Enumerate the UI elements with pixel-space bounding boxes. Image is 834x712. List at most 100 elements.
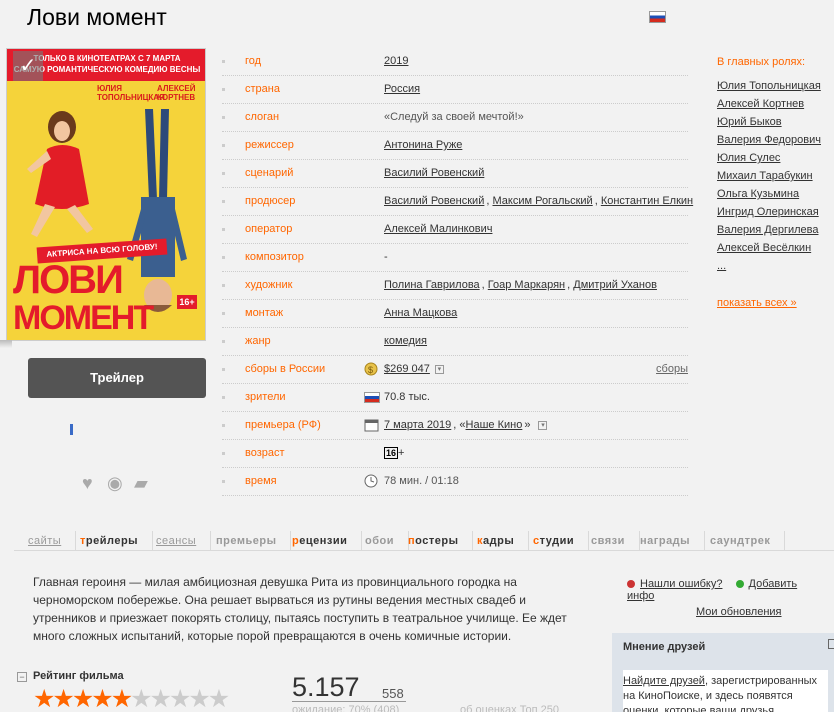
info-row-boxoffice: сборы в России $ $269 047 ▾ сборы [222, 356, 688, 384]
star-icon[interactable]: ★ [72, 685, 94, 712]
checkmark-icon[interactable]: ✓ [13, 51, 43, 81]
show-all-cast-link[interactable]: показать всех » [717, 297, 797, 309]
operator-link[interactable]: Алексей Малинкович [384, 223, 492, 235]
collapse-minus-icon[interactable]: − [17, 672, 27, 682]
slogan-value: «Следуй за своей мечтой!» [384, 111, 524, 123]
find-friends-link[interactable]: Найдите друзей [623, 675, 705, 687]
producer-link[interactable]: Василий Ровенский [384, 195, 484, 207]
cast-actor-link[interactable]: Ингрид Олеринская [717, 203, 834, 221]
rating-stars[interactable]: ★★★★★★★★★★ [33, 685, 230, 712]
artist-label: художник [245, 279, 293, 291]
distributor-link[interactable]: Наше Кино [466, 419, 523, 431]
boxoffice-details-link[interactable]: сборы [656, 363, 688, 375]
artist-link[interactable]: Дмитрий Уханов [573, 279, 657, 291]
writer-link[interactable]: Василий Ровенский [384, 167, 484, 179]
composer-label: композитор [245, 251, 304, 263]
info-row-producer: продюсер Василий Ровенский, Максим Рогаль… [222, 188, 693, 216]
cast-actor-link[interactable]: Юлия Топольницкая [717, 77, 834, 95]
star-icon[interactable]: ★ [52, 685, 74, 712]
cast-actor-link[interactable]: Валерия Дергилева [717, 221, 834, 239]
star-icon[interactable]: ★ [150, 685, 172, 712]
poster-title-line-2: МОМЕНТ [13, 299, 154, 337]
cast-actor-link[interactable]: Валерия Федорович [717, 131, 834, 149]
error-icon [627, 580, 635, 588]
info-row-premiere: премьера (РФ) 7 марта 2019, «Наше Кино» ▾ [222, 412, 688, 440]
director-link[interactable]: Антонина Руже [384, 139, 462, 151]
movie-info-table: год 2019 страна Россия слоган «Следуй за св… [222, 48, 693, 496]
friends-opinion-panel: Мнение друзей Найдите друзей, зарегистри… [612, 633, 834, 712]
artist-link[interactable]: Полина Гаврилова [384, 279, 480, 291]
star-icon[interactable]: ★ [169, 685, 191, 712]
add-icon [735, 580, 744, 588]
info-row-director: режиссер Антонина Руже [222, 132, 688, 160]
score-underline [292, 701, 406, 702]
comment-icon[interactable]: ▰ [134, 473, 148, 493]
friends-text: Найдите друзей, зарегистрированных на Ки… [623, 670, 828, 712]
chevron-down-icon[interactable]: ▾ [434, 364, 444, 374]
cast-list: В главных ролях: Юлия Топольницкая Алекс… [717, 56, 834, 275]
rating-votes: 558 [382, 686, 404, 701]
trailer-button[interactable]: Трейлер [28, 358, 206, 398]
star-icon[interactable]: ★ [208, 685, 230, 712]
info-row-editing: монтаж Анна Мацкова [222, 300, 688, 328]
cast-actor-link[interactable]: Михаил Тарабукин [717, 167, 834, 185]
top250-link[interactable]: об оценках Топ 250 [460, 704, 559, 712]
cast-actor-link[interactable]: Алексей Весёлкин [717, 239, 834, 257]
cast-actor-link[interactable]: Юлия Сулес [717, 149, 834, 167]
star-icon[interactable]: ★ [111, 685, 133, 712]
tab-trailers-label: рейлеры [85, 535, 139, 547]
poster-shadow [0, 340, 12, 348]
producer-link[interactable]: Максим Рогальский [492, 195, 592, 207]
russia-flag-icon [649, 11, 666, 23]
tab-trailers[interactable]: трейлеры [66, 531, 154, 551]
rating-heading: Рейтинг фильма [33, 670, 124, 682]
premiere-date-link[interactable]: 7 марта 2019 [384, 419, 451, 431]
page-title: Лови момент [27, 4, 167, 30]
money-icon: $ [364, 362, 378, 376]
genre-link[interactable]: комедия [384, 335, 427, 347]
eye-icon[interactable]: ◉ [107, 473, 123, 493]
time-value: 78 мин. / 01:18 [384, 475, 459, 487]
tab-reviews[interactable]: рецензии [278, 531, 363, 551]
side-links: Нашли ошибку? Добавить инфо [627, 578, 834, 602]
info-row-composer: композитор - [222, 244, 688, 272]
info-row-genre: жанр комедия [222, 328, 688, 356]
chevron-down-icon[interactable]: ▾ [538, 420, 548, 430]
cast-actor-link[interactable]: Ольга Кузьмина [717, 185, 834, 203]
editing-link[interactable]: Анна Мацкова [384, 307, 457, 319]
movie-description: Главная героиня — милая амбициозная деву… [33, 575, 567, 643]
heart-icon[interactable]: ♥ [82, 473, 93, 493]
director-label: режиссер [245, 139, 294, 151]
star-icon[interactable]: ★ [188, 685, 210, 712]
social-actions: ♥ ◉ ▰ [82, 473, 162, 493]
report-error-link[interactable]: Нашли ошибку? [640, 578, 722, 590]
composer-value: - [384, 251, 388, 263]
year-link[interactable]: 2019 [384, 55, 408, 67]
cast-actor-link[interactable]: Юрий Быков [717, 113, 834, 131]
artist-link[interactable]: Гоар Маркарян [488, 279, 565, 291]
collapse-icon[interactable] [828, 639, 834, 649]
cast-actor-link[interactable]: Алексей Кортнев [717, 95, 834, 113]
tab-awards[interactable]: награды [626, 531, 706, 551]
slogan-label: слоган [245, 111, 280, 123]
producer-link[interactable]: Константин Елкин [601, 195, 693, 207]
tab-soundtrack[interactable]: саундтрек [696, 531, 786, 551]
premiere-label: премьера (РФ) [245, 419, 321, 431]
boxoffice-link[interactable]: $269 047 [384, 363, 430, 375]
country-link[interactable]: Россия [384, 83, 420, 95]
star-icon[interactable]: ★ [33, 685, 55, 712]
my-updates-link[interactable]: Мои обновления [696, 606, 782, 618]
star-icon[interactable]: ★ [91, 685, 113, 712]
time-label: время [245, 475, 277, 487]
producer-label: продюсер [245, 195, 296, 207]
info-row-time: время 78 мин. / 01:18 [222, 468, 688, 496]
movie-poster[interactable]: ТОЛЬКО В КИНОТЕАТРАХ С 7 МАРТА САМУЮ РОМ… [6, 48, 206, 341]
tab-sessions[interactable]: сеансы [142, 531, 212, 551]
small-blue-bar [70, 424, 73, 435]
poster-actor-1: ЮЛИЯ ТОПОЛЬНИЦКАЯ [97, 84, 165, 102]
cast-more-link[interactable]: ... [717, 257, 834, 275]
star-icon[interactable]: ★ [130, 685, 152, 712]
tab-posters[interactable]: постеры [394, 531, 474, 551]
poster-woman-figure [27, 111, 93, 237]
poster-age-badge: 16+ [177, 295, 197, 309]
